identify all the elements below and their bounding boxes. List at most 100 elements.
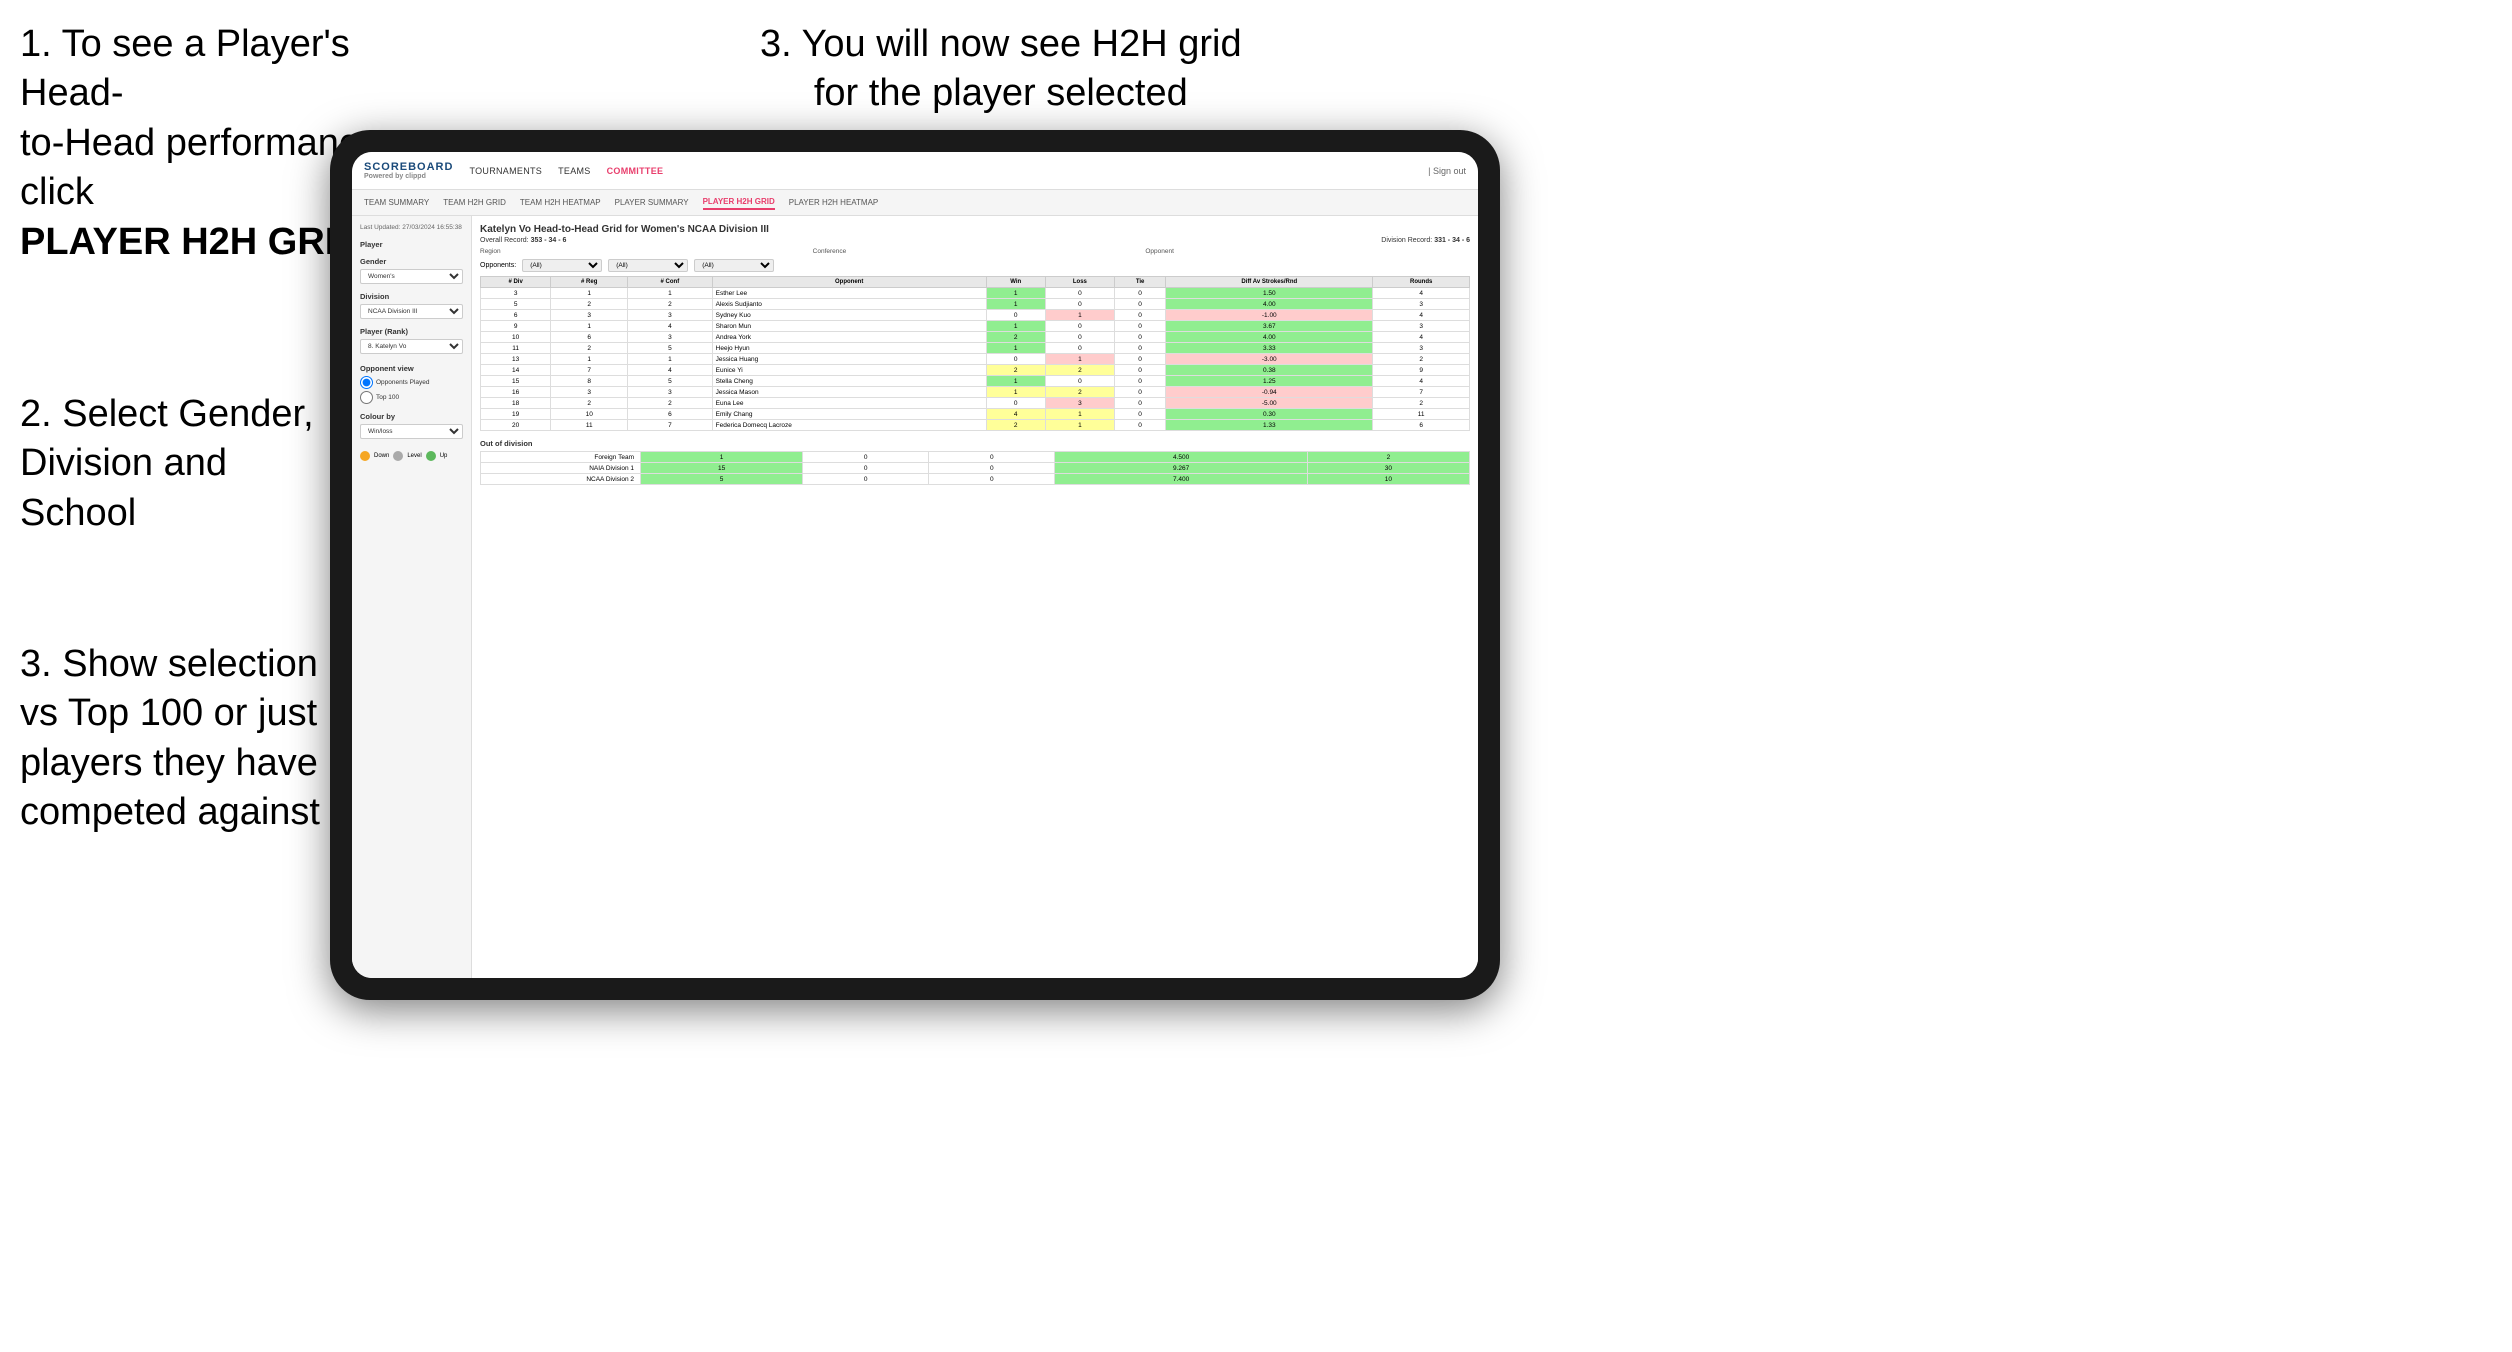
cell-opponent: Euna Lee (712, 398, 986, 409)
cell-out-rounds: 30 (1307, 463, 1469, 474)
nav-committee[interactable]: COMMITTEE (607, 166, 664, 176)
sidebar-colour-select[interactable]: Win/loss (360, 424, 463, 439)
subnav-team-h2h-grid[interactable]: TEAM H2H GRID (443, 196, 506, 209)
cell-conf: 3 (628, 310, 713, 321)
cell-out-rounds: 2 (1307, 452, 1469, 463)
cell-reg: 1 (551, 321, 628, 332)
cell-opponent: Emily Chang (712, 409, 986, 420)
nav-teams[interactable]: TEAMS (558, 166, 591, 176)
opponents-row: Opponents: (All) (All) (All) (480, 259, 1470, 272)
subnav-player-h2h-grid[interactable]: PLAYER H2H GRID (703, 195, 775, 210)
legend-down-dot (360, 451, 370, 461)
cell-opponent: Jessica Mason (712, 387, 986, 398)
opponent-filter-select[interactable]: (All) (694, 259, 774, 272)
table-row: 13 1 1 Jessica Huang 0 1 0 -3.00 2 (481, 354, 1470, 365)
opponents-select[interactable]: (All) (522, 259, 602, 272)
cell-opponent: Sydney Kuo (712, 310, 986, 321)
cell-diff: -1.00 (1166, 310, 1373, 321)
instruction-line1: 1. To see a Player's Head- (20, 23, 350, 114)
legend-level-label: Level (407, 453, 421, 459)
col-conf: # Conf (628, 277, 713, 288)
sidebar-radio-top100[interactable] (360, 391, 373, 404)
nav-tournaments[interactable]: TOURNAMENTS (469, 166, 542, 176)
opponent-filter-label: Opponent (1145, 248, 1470, 255)
tablet-screen: SCOREBOARD Powered by clippd TOURNAMENTS… (352, 152, 1478, 978)
cell-conf: 1 (628, 288, 713, 299)
sidebar-colour-section: Colour by Win/loss (360, 412, 463, 439)
sidebar: Last Updated: 27/03/2024 16:55:38 Player… (352, 216, 472, 978)
conference-filter: Conference (813, 248, 1138, 255)
cell-win: 1 (986, 343, 1045, 354)
cell-out-name: NAIA Division 1 (481, 463, 641, 474)
cell-opponent: Andrea York (712, 332, 986, 343)
conference-select[interactable]: (All) (608, 259, 688, 272)
sidebar-division-label: Division (360, 292, 463, 301)
subnav-team-h2h-heatmap[interactable]: TEAM H2H HEATMAP (520, 196, 601, 209)
table-row: 3 1 1 Esther Lee 1 0 0 1.50 4 (481, 288, 1470, 299)
cell-loss: 1 (1045, 354, 1114, 365)
cell-div: 5 (481, 299, 551, 310)
cell-opponent: Stella Cheng (712, 376, 986, 387)
cell-loss: 0 (1045, 376, 1114, 387)
sidebar-gender-select[interactable]: Women's (360, 269, 463, 284)
cell-tie: 0 (1114, 310, 1165, 321)
cell-rounds: 4 (1373, 310, 1470, 321)
cell-tie: 0 (1114, 376, 1165, 387)
cell-out-loss: 0 (803, 463, 929, 474)
subnav-team-summary[interactable]: TEAM SUMMARY (364, 196, 429, 209)
table-row: 20 11 7 Federica Domecq Lacroze 2 1 0 1.… (481, 420, 1470, 431)
cell-conf: 3 (628, 332, 713, 343)
cell-rounds: 4 (1373, 332, 1470, 343)
cell-conf: 7 (628, 420, 713, 431)
table-row: 9 1 4 Sharon Mun 1 0 0 3.67 3 (481, 321, 1470, 332)
cell-reg: 8 (551, 376, 628, 387)
col-div: # Div (481, 277, 551, 288)
cell-tie: 0 (1114, 387, 1165, 398)
subnav-player-summary[interactable]: PLAYER SUMMARY (615, 196, 689, 209)
sidebar-player-rank-label: Player (Rank) (360, 327, 463, 336)
cell-conf: 3 (628, 387, 713, 398)
col-loss: Loss (1045, 277, 1114, 288)
cell-reg: 10 (551, 409, 628, 420)
cell-win: 2 (986, 420, 1045, 431)
main-content: Last Updated: 27/03/2024 16:55:38 Player… (352, 216, 1478, 978)
cell-tie: 0 (1114, 321, 1165, 332)
out-of-division: Out of division Foreign Team 1 0 0 4.500… (480, 439, 1470, 485)
cell-tie: 0 (1114, 365, 1165, 376)
cell-conf: 4 (628, 321, 713, 332)
table-row: 19 10 6 Emily Chang 4 1 0 0.30 11 (481, 409, 1470, 420)
cell-diff: 4.00 (1166, 332, 1373, 343)
cell-win: 1 (986, 299, 1045, 310)
cell-div: 19 (481, 409, 551, 420)
cell-div: 20 (481, 420, 551, 431)
nav-links: TOURNAMENTS TEAMS COMMITTEE (469, 166, 1428, 176)
logo-main-text: SCOREBOARD (364, 161, 453, 173)
sidebar-opponent-radio-top100[interactable]: Top 100 (360, 391, 463, 404)
cell-rounds: 4 (1373, 376, 1470, 387)
instruction-line2: to-Head performance click (20, 122, 379, 213)
opponents-label: Opponents: (480, 262, 516, 269)
conference-label: Conference (813, 248, 1138, 255)
sidebar-opponent-radio-played[interactable]: Opponents Played (360, 376, 463, 389)
sign-out-link[interactable]: | Sign out (1428, 166, 1466, 176)
grid-title: Katelyn Vo Head-to-Head Grid for Women's… (480, 224, 1470, 235)
cell-out-tie: 0 (929, 463, 1055, 474)
table-row: 11 2 5 Heejo Hyun 1 0 0 3.33 3 (481, 343, 1470, 354)
cell-reg: 2 (551, 343, 628, 354)
cell-win: 1 (986, 387, 1045, 398)
instruction-mid-line1: 2. Select Gender, (20, 393, 314, 435)
cell-win: 2 (986, 332, 1045, 343)
cell-rounds: 11 (1373, 409, 1470, 420)
subnav-player-h2h-heatmap[interactable]: PLAYER H2H HEATMAP (789, 196, 879, 209)
cell-opponent: Jessica Huang (712, 354, 986, 365)
cell-conf: 1 (628, 354, 713, 365)
cell-opponent: Sharon Mun (712, 321, 986, 332)
sidebar-division-select[interactable]: NCAA Division III (360, 304, 463, 319)
sidebar-player-rank-select[interactable]: 8. Katelyn Vo (360, 339, 463, 354)
cell-div: 11 (481, 343, 551, 354)
sidebar-radio-opponents-played[interactable] (360, 376, 373, 389)
cell-diff: 0.38 (1166, 365, 1373, 376)
cell-loss: 1 (1045, 420, 1114, 431)
cell-diff: 0.30 (1166, 409, 1373, 420)
table-row: NCAA Division 2 5 0 0 7.400 10 (481, 474, 1470, 485)
